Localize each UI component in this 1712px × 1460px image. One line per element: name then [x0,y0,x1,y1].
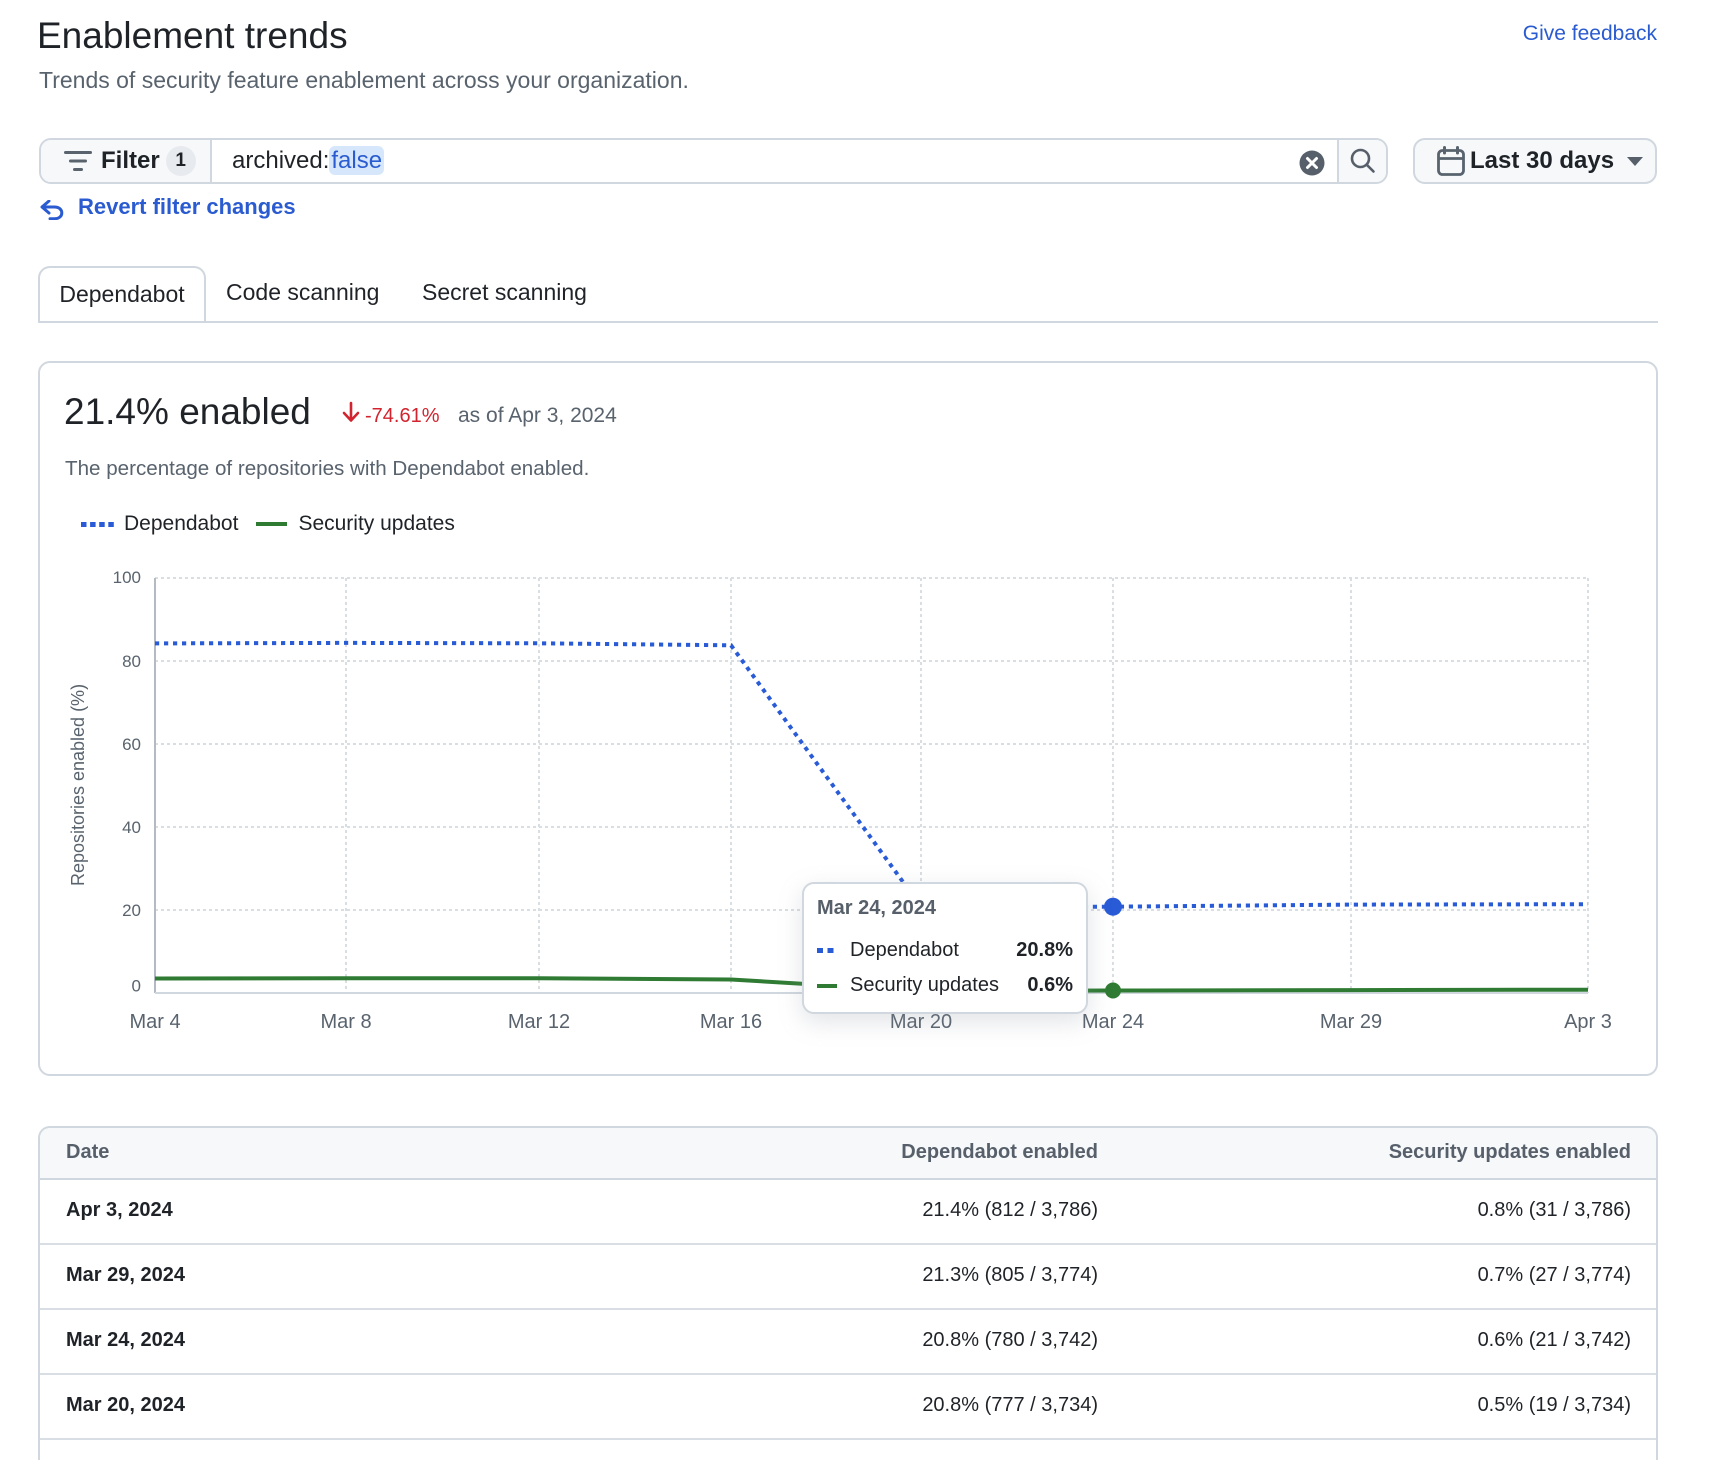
svg-text:Mar 8: Mar 8 [320,1011,371,1033]
svg-text:40: 40 [122,818,141,837]
svg-text:Mar 24: Mar 24 [1082,1011,1144,1033]
svg-text:Mar 12: Mar 12 [508,1011,570,1033]
svg-text:Repositories enabled (%): Repositories enabled (%) [68,684,88,886]
svg-text:Mar 20: Mar 20 [890,1011,952,1033]
svg-text:Mar 29: Mar 29 [1320,1011,1382,1033]
svg-text:80: 80 [122,652,141,671]
svg-text:0: 0 [132,977,141,996]
svg-text:20: 20 [122,901,141,920]
svg-text:Apr 3: Apr 3 [1564,1011,1612,1033]
svg-text:Mar 4: Mar 4 [129,1011,180,1033]
svg-text:Mar 16: Mar 16 [700,1011,762,1033]
svg-text:100: 100 [113,568,141,587]
svg-text:60: 60 [122,735,141,754]
